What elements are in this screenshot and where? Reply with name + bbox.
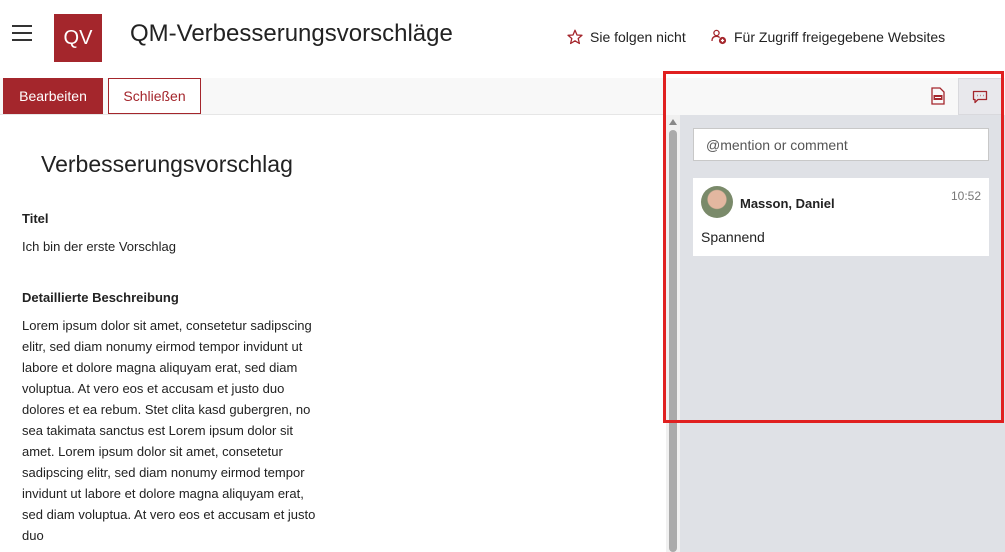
close-button[interactable]: Schließen [108, 78, 201, 114]
comment-pane-header [666, 78, 1005, 115]
field-label-title: Titel [22, 211, 49, 226]
shared-sites-icon [711, 29, 727, 45]
display-form: Verbesserungsvorschlag Titel Ich bin der… [0, 115, 666, 552]
scroll-up-arrow[interactable] [669, 119, 677, 125]
comment-icon [972, 90, 988, 103]
field-label-description: Detaillierte Beschreibung [22, 290, 179, 305]
site-logo[interactable]: QV [54, 14, 102, 62]
avatar[interactable] [701, 186, 733, 218]
comment-input[interactable] [693, 128, 989, 161]
scrollbar-thumb[interactable] [669, 130, 677, 552]
site-title[interactable]: QM-Verbesserungsvorschläge [130, 20, 453, 48]
export-csv-icon[interactable] [930, 87, 946, 105]
comment-time: 10:52 [950, 189, 981, 203]
comment-card: Masson, Daniel 10:52 Spannend [693, 178, 989, 256]
suite-header: QV QM-Verbesserungsvorschläge Sie folgen… [0, 0, 1005, 78]
comments-toggle-button[interactable] [958, 78, 1002, 115]
form-heading: Verbesserungsvorschlag [41, 151, 293, 177]
field-value-description: Lorem ipsum dolor sit amet, consetetur s… [22, 318, 316, 543]
hamburger-icon[interactable] [12, 25, 32, 41]
follow-button[interactable]: Sie folgen nicht [567, 29, 686, 45]
field-value-title: Ich bin der erste Vorschlag [22, 239, 176, 254]
command-bar: Bearbeiten Schließen [0, 78, 666, 115]
shared-sites-label: Für Zugriff freigegebene Websites [734, 29, 946, 45]
star-icon [567, 29, 583, 45]
comment-author[interactable]: Masson, Daniel [740, 196, 835, 211]
follow-label: Sie folgen nicht [590, 29, 686, 45]
comment-text: Spannend [701, 229, 765, 245]
shared-sites-button[interactable]: Für Zugriff freigegebene Websites [711, 29, 945, 45]
edit-button[interactable]: Bearbeiten [3, 78, 103, 114]
